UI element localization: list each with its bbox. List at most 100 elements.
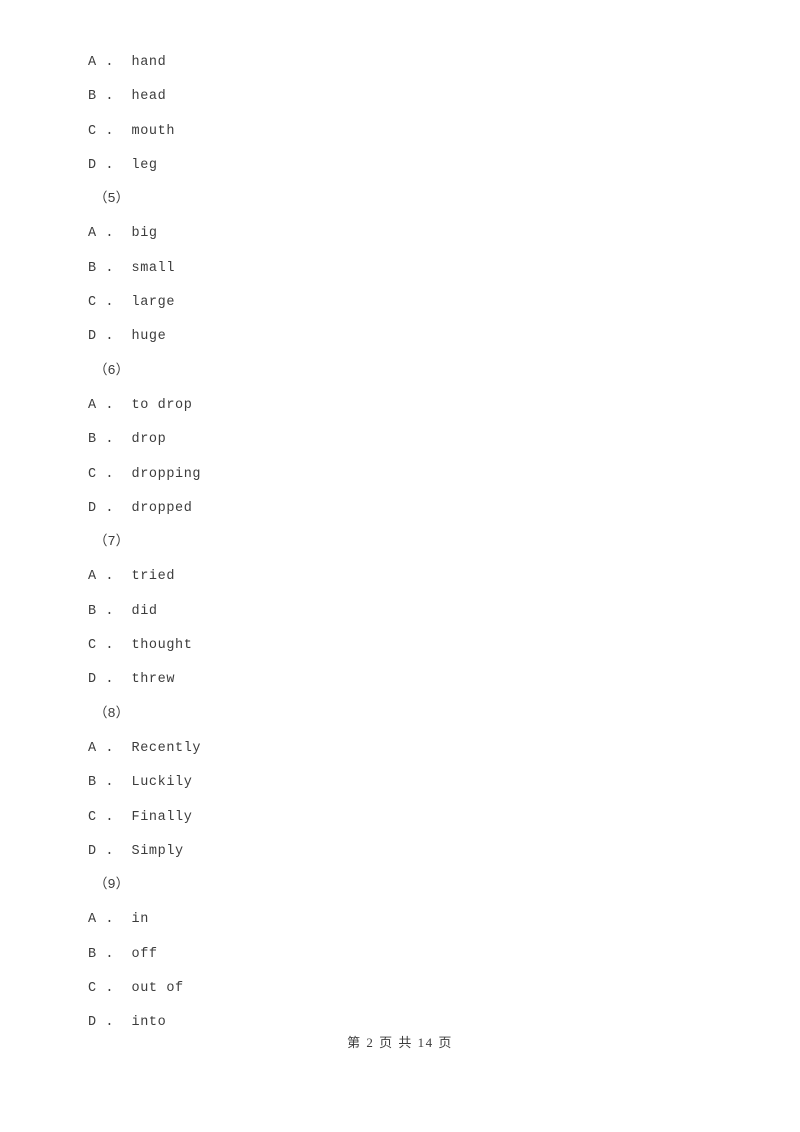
option-letter: B [88, 432, 97, 448]
option-text: threw [131, 672, 176, 688]
option-letter: D [88, 672, 97, 688]
option-letter: B [88, 775, 97, 791]
option-letter: A [88, 740, 97, 756]
option-text: head [131, 89, 167, 105]
option-separator: . [96, 157, 132, 173]
option-separator: . [96, 603, 132, 619]
answer-option[interactable]: B . off [88, 938, 708, 972]
answer-option[interactable]: D . leg [88, 149, 708, 183]
option-letter: D [88, 500, 97, 516]
answer-option[interactable]: A . hand [88, 46, 708, 80]
option-separator: . [96, 226, 132, 242]
option-letter: B [88, 603, 97, 619]
answer-option[interactable]: A . big [88, 217, 708, 251]
option-separator: . [96, 809, 132, 825]
option-text: into [131, 1015, 167, 1031]
option-letter: D [88, 1015, 97, 1031]
option-letter: C [88, 123, 97, 139]
answer-option[interactable]: C . thought [88, 629, 708, 663]
answer-option[interactable]: B . did [88, 595, 708, 629]
option-letter: A [88, 226, 97, 242]
question-number: （8） [94, 706, 130, 722]
option-separator: . [96, 89, 132, 105]
option-separator: . [96, 55, 132, 70]
answer-option[interactable]: D . threw [88, 663, 708, 697]
option-text: leg [131, 157, 158, 173]
answer-option[interactable]: C . mouth [88, 115, 708, 149]
option-separator: . [96, 1015, 132, 1031]
option-letter: B [88, 946, 97, 962]
option-separator: . [96, 981, 132, 997]
answer-option[interactable]: A . in [88, 903, 708, 937]
option-letter: C [88, 295, 97, 311]
option-letter: C [88, 638, 97, 654]
answer-option[interactable]: C . out of [88, 972, 708, 1006]
option-text: dropping [131, 466, 202, 482]
option-text: did [131, 603, 158, 619]
option-letter: A [88, 55, 97, 70]
option-letter: A [88, 569, 97, 585]
option-separator: . [96, 638, 132, 654]
option-separator: . [96, 123, 132, 139]
option-letter: D [88, 843, 97, 859]
option-letter: A [88, 912, 97, 928]
option-separator: . [96, 295, 132, 311]
question-number: （6） [94, 363, 130, 379]
answer-option[interactable]: D . huge [88, 320, 708, 354]
answer-option[interactable]: D . Simply [88, 835, 708, 869]
question-number: （5） [94, 192, 130, 208]
answer-option[interactable]: B . Luckily [88, 766, 708, 800]
option-text: tried [131, 569, 176, 585]
answer-option[interactable]: A . to drop [88, 389, 708, 423]
option-letter: B [88, 260, 97, 276]
answer-option[interactable]: C . Finally [88, 801, 708, 835]
option-letter: A [88, 397, 97, 413]
option-separator: . [96, 672, 132, 688]
option-separator: . [96, 466, 132, 482]
option-text: in [131, 912, 149, 928]
question-number: （9） [94, 878, 130, 894]
option-separator: . [96, 500, 132, 516]
answer-option[interactable]: C . large [88, 286, 708, 320]
option-separator: . [96, 329, 132, 345]
option-text: dropped [131, 500, 193, 516]
option-letter: C [88, 809, 97, 825]
page-footer: 第 2 页 共 14 页 [347, 1035, 453, 1050]
option-text: Luckily [131, 775, 193, 791]
answer-option[interactable]: C . dropping [88, 458, 708, 492]
option-separator: . [96, 260, 132, 276]
option-separator: . [96, 569, 132, 585]
option-text: big [131, 226, 158, 242]
option-text: Simply [131, 843, 184, 859]
option-letter: C [88, 466, 97, 482]
option-text: hand [131, 55, 167, 70]
option-letter: D [88, 329, 97, 345]
answer-option[interactable]: A . Recently [88, 732, 708, 766]
option-separator: . [96, 397, 132, 413]
option-text: huge [131, 329, 167, 345]
option-letter: D [88, 157, 97, 173]
option-separator: . [96, 946, 132, 962]
document-page: A . hand B . head C . mouth D . leg （5） A . b… [0, 0, 800, 1132]
answer-option[interactable]: D . dropped [88, 492, 708, 526]
answer-option[interactable]: B . drop [88, 423, 708, 457]
option-separator: . [96, 740, 132, 756]
option-text: large [131, 295, 176, 311]
option-separator: . [96, 775, 132, 791]
option-text: out of [131, 981, 184, 997]
option-text: small [131, 260, 176, 276]
answer-option[interactable]: A . tried [88, 560, 708, 594]
option-text: Recently [131, 740, 202, 756]
answer-option[interactable]: B . head [88, 80, 708, 114]
question-options-list: A . hand B . head C . mouth D . leg （5） A . b… [88, 46, 708, 1041]
question-number: （7） [94, 535, 130, 551]
option-text: to drop [131, 397, 193, 413]
option-text: Finally [131, 809, 193, 825]
option-text: drop [131, 432, 167, 448]
option-letter: B [88, 89, 97, 105]
option-text: off [131, 946, 158, 962]
answer-option[interactable]: B . small [88, 252, 708, 286]
option-letter: C [88, 981, 97, 997]
option-separator: . [96, 843, 132, 859]
option-text: mouth [131, 123, 176, 139]
